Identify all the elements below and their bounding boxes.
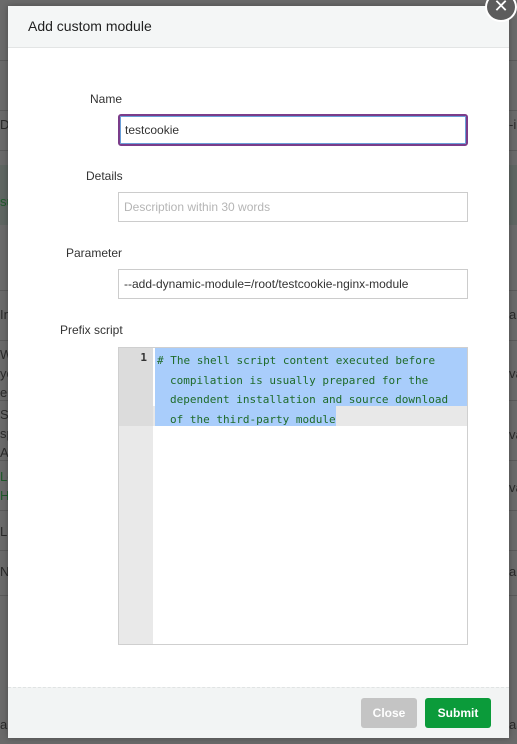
background-text: Li	[0, 524, 8, 539]
name-label: Name	[90, 92, 123, 106]
parameter-label: Parameter	[66, 246, 123, 260]
background-text: W yo e	[0, 347, 8, 400]
background-text: su	[0, 194, 8, 209]
background-text: -ir	[509, 117, 517, 132]
background-text: va	[509, 427, 517, 442]
dialog-title: Add custom module	[28, 18, 152, 34]
background-text: al	[509, 564, 517, 579]
prefix-script-editor[interactable]: 1 # The shell script content executed be…	[118, 347, 468, 645]
script-content[interactable]: # The shell script content executed befo…	[157, 351, 457, 429]
line-number: 1	[140, 351, 147, 364]
close-button[interactable]: Close	[361, 698, 417, 728]
background-text: va	[509, 366, 517, 381]
background-text: D	[0, 117, 8, 132]
background-text: St sp Ap	[0, 407, 8, 460]
prefix-script-label: Prefix script	[60, 323, 123, 337]
dialog-footer: Close Submit	[8, 687, 509, 738]
background-text: Lo H	[0, 469, 8, 503]
background-text: al	[509, 307, 517, 322]
background-text: a	[0, 717, 8, 732]
script-line: # The shell script content executed befo…	[157, 354, 455, 426]
background-text: N	[0, 564, 8, 579]
background-text: aa	[509, 717, 517, 732]
add-custom-module-dialog: Add custom module Name Details Parameter…	[8, 6, 509, 738]
details-label: Details	[86, 169, 123, 183]
name-input[interactable]	[118, 114, 468, 146]
dialog-header: Add custom module	[8, 6, 509, 48]
parameter-input[interactable]	[118, 269, 468, 299]
submit-button[interactable]: Submit	[425, 698, 491, 728]
background-text: va	[509, 480, 517, 495]
background-text: In	[0, 307, 8, 322]
details-input[interactable]	[118, 192, 468, 222]
